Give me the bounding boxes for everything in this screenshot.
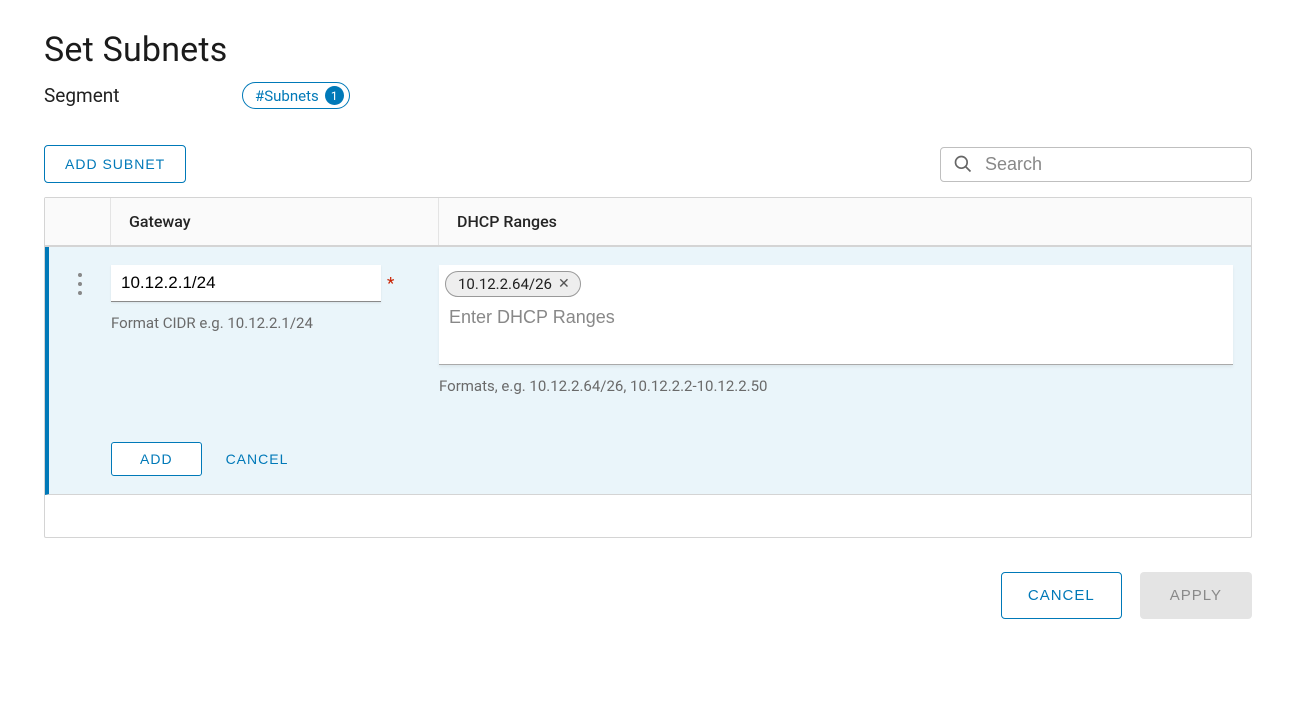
row-action-buttons: ADD CANCEL (111, 442, 419, 476)
table-footer (45, 495, 1251, 537)
subnets-table: Gateway DHCP Ranges * Format CIDR e.g. 1… (44, 197, 1252, 538)
gateway-hint: Format CIDR e.g. 10.12.2.1/24 (111, 314, 419, 332)
dhcp-hint: Formats, e.g. 10.12.2.64/26, 10.12.2.2-1… (439, 377, 1233, 395)
required-indicator: * (387, 274, 394, 294)
dhcp-range-chip-label: 10.12.2.64/26 (458, 275, 552, 293)
segment-label: Segment (44, 84, 242, 107)
table-header-row: Gateway DHCP Ranges (45, 198, 1251, 247)
segment-row: Segment #Subnets 1 (44, 82, 1252, 109)
table-header-handle (45, 198, 111, 245)
dhcp-cell: 10.12.2.64/26 ✕ Formats, e.g. 10.12.2.64… (439, 265, 1251, 476)
subnets-pill[interactable]: #Subnets 1 (242, 82, 350, 109)
row-add-button[interactable]: ADD (111, 442, 202, 476)
dhcp-tag-area[interactable]: 10.12.2.64/26 ✕ (439, 265, 1233, 365)
dialog-title: Set Subnets (44, 30, 1252, 70)
subnets-count-badge: 1 (325, 86, 344, 105)
row-cancel-button[interactable]: CANCEL (226, 451, 289, 467)
table-row-editing: * Format CIDR e.g. 10.12.2.1/24 ADD CANC… (45, 247, 1251, 495)
search-box[interactable] (940, 147, 1252, 182)
dhcp-range-input[interactable] (445, 303, 1223, 332)
gateway-input[interactable] (111, 265, 381, 302)
chip-remove-icon[interactable]: ✕ (558, 276, 570, 292)
row-handle-cell (49, 265, 111, 476)
table-header-gateway: Gateway (111, 198, 439, 245)
add-subnet-button[interactable]: ADD SUBNET (44, 145, 186, 183)
search-input[interactable] (985, 154, 1239, 175)
table-header-dhcp: DHCP Ranges (439, 198, 1251, 245)
subnets-pill-label: #Subnets (255, 87, 319, 105)
row-actions-icon[interactable] (78, 273, 82, 295)
dialog-action-row: CANCEL APPLY (44, 572, 1252, 619)
toolbar-row: ADD SUBNET (44, 145, 1252, 183)
dialog-apply-button[interactable]: APPLY (1140, 572, 1252, 619)
gateway-cell: * Format CIDR e.g. 10.12.2.1/24 ADD CANC… (111, 265, 439, 476)
search-icon (953, 154, 973, 174)
dialog-cancel-button[interactable]: CANCEL (1001, 572, 1122, 619)
dhcp-range-chip[interactable]: 10.12.2.64/26 ✕ (445, 271, 581, 297)
